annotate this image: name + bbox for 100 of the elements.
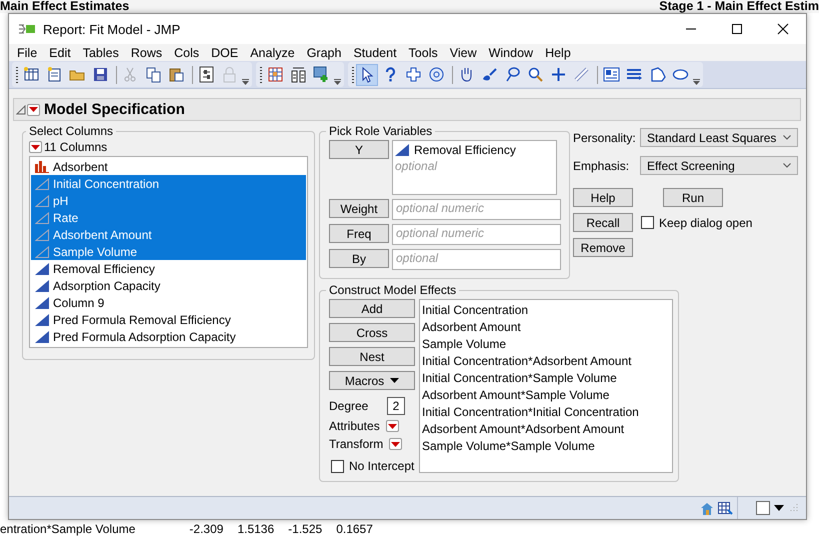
field-label: Degree [329,399,368,413]
caret-icon [391,442,400,446]
field-label: Emphasis: [573,158,630,172]
list-item[interactable]: Sample Volume [422,336,672,353]
continuous-icon [35,330,49,342]
table-icon[interactable] [718,502,733,514]
menu-item[interactable]: Help [539,44,577,60]
placeholder-text: optional [395,159,438,173]
placeholder-text: optional numeric [396,226,484,240]
list-item[interactable]: Sample Volume [31,243,306,260]
field-label: Personality: [573,130,637,144]
menu-item[interactable]: Window [482,44,540,60]
placeholder-text: optional numeric [396,201,484,215]
caret-icon [390,378,400,383]
home-icon[interactable] [700,502,714,514]
color-swatch[interactable] [756,501,770,515]
continuous-icon [35,194,49,206]
chevron-icon [783,135,791,140]
list-item[interactable]: Column 9 [31,294,306,311]
menu-button[interactable] [389,438,402,450]
checkbox[interactable] [641,216,654,229]
list-item[interactable]: Sample Volume*Sample Volume [422,438,672,455]
continuous-icon [35,296,49,308]
overflow-icon[interactable] [693,78,700,84]
list-item[interactable]: pH [31,192,306,209]
chevron-icon [783,163,791,168]
continuous-icon [35,246,49,258]
text-box-icon[interactable] [601,64,621,84]
overflow-icon[interactable] [242,78,249,84]
checkbox-label: Keep dialog open [659,216,752,230]
menu-button[interactable]: Macros [329,371,415,390]
window-title: Report: Fit Model - JMP [43,22,182,36]
menu-item[interactable]: View [444,44,483,60]
group-title: Construct Model Effects [328,283,458,297]
caret-icon[interactable] [774,505,784,511]
list-item[interactable]: Removal Efficiency [414,143,516,157]
menu-button[interactable] [27,104,40,116]
list-item[interactable]: Initial Concentration [422,302,672,319]
list-item[interactable]: Initial Concentration*Sample Volume [422,370,672,387]
list-item[interactable]: Initial Concentration*Adsorbent Amount [422,353,672,370]
list-item[interactable]: Adsorption Capacity [31,277,306,294]
field-label: Transform [329,437,384,451]
list-item[interactable]: Rate [31,209,306,226]
continuous-icon [35,314,49,326]
dropdown[interactable]: Effect Screening [640,156,798,175]
role-button[interactable]: Freq [329,224,389,243]
menu-item[interactable]: Graph [300,44,348,60]
effect-button[interactable]: Nest [329,347,415,366]
overflow-icon[interactable] [334,78,341,84]
list-item[interactable]: Pred Formula Removal Efficiency [31,311,306,328]
effect-button[interactable]: Add [329,299,415,318]
menu-item[interactable]: Cols [168,44,206,60]
menu-item[interactable]: Tables [76,44,125,60]
continuous-icon [35,280,49,292]
help-button[interactable]: Help [573,188,633,207]
recall-button[interactable]: Recall [573,213,633,232]
role-button[interactable]: Weight [329,199,389,218]
table-cell: 0.1657 [336,523,373,536]
run-button[interactable]: Run [663,188,723,207]
list-item[interactable]: Initial Concentration [31,175,306,192]
checkbox[interactable] [331,460,344,472]
list-item[interactable]: Adsorbent Amount*Sample Volume [422,387,672,404]
list-item[interactable]: Removal Efficiency [31,260,306,277]
list-item[interactable]: Initial Concentration*Initial Concentration [422,404,672,421]
menu-item[interactable]: Analyze [244,44,301,60]
report-title: Main Effect Estimates [0,0,130,13]
caret-icon [388,424,397,428]
continuous-icon [395,144,409,156]
app-icon [19,23,35,35]
dropdown[interactable]: Standard Least Squares [640,128,798,147]
menu-button[interactable] [386,420,399,432]
section-title: Model Specification [44,101,185,118]
list-item[interactable]: Adsorbent [31,158,306,175]
list-item[interactable]: Pred Formula Adsorption Capacity [31,328,306,345]
list-item[interactable]: Adsorbent Amount*Adsorbent Amount [422,421,672,438]
list-item[interactable]: Adsorbent Amount [31,226,306,243]
report-title: Stage 1 - Main Effect Estim [659,0,819,13]
role-button[interactable]: By [329,249,389,268]
resize-grip-icon[interactable] [788,503,798,513]
menu-item[interactable]: Rows [124,44,168,60]
table-cell: entration*Sample Volume [0,523,136,536]
placeholder-text: optional [396,251,438,265]
collapse-icon[interactable] [16,104,26,114]
effect-button[interactable]: Cross [329,323,415,342]
menu-item[interactable]: Edit [43,44,77,60]
menu-item[interactable]: Student [347,44,403,60]
table-cell: -1.525 [288,523,322,536]
menu-item[interactable]: File [11,44,44,60]
menu-button[interactable] [29,141,42,153]
menu-item[interactable]: DOE [205,44,244,60]
degree-field[interactable]: 2 [387,397,405,415]
menu-item[interactable]: Tools [402,44,444,60]
checkbox-label: No Intercept [349,459,414,473]
table-cell: -2.309 [189,523,224,536]
list-item[interactable]: Adsorbent Amount [422,319,672,336]
remove-button[interactable]: Remove [573,238,633,257]
continuous-icon [35,212,49,224]
continuous-icon [35,178,49,190]
role-list[interactable]: Removal Efficiency optional [392,140,557,195]
role-button[interactable]: Y [329,140,389,159]
